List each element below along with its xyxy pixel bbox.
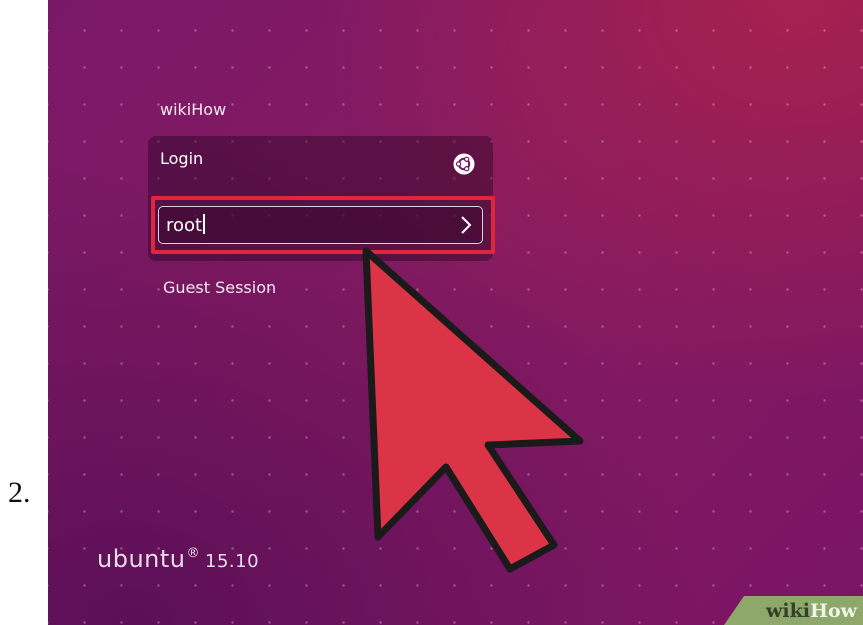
ubuntu-login-screen: wikiHow Login root Guest Session ubuntu®… <box>48 0 863 625</box>
ubuntu-logo-text: ubuntu <box>97 545 186 573</box>
ubuntu-session-icon[interactable] <box>453 153 475 175</box>
watermark-band <box>724 596 863 625</box>
password-input-value: root <box>166 214 205 237</box>
user-name-label[interactable]: wikiHow <box>160 100 226 119</box>
registered-mark: ® <box>186 546 200 561</box>
text-caret <box>203 214 205 234</box>
password-input[interactable]: root <box>158 206 483 244</box>
guest-session-link[interactable]: Guest Session <box>163 278 276 297</box>
wikihow-watermark: wikiHow <box>766 600 857 622</box>
step-number: 2. <box>8 476 31 509</box>
ubuntu-version: 15.10 <box>205 551 260 572</box>
ubuntu-brand: ubuntu® 15.10 <box>97 545 259 573</box>
watermark-wiki: wiki <box>766 600 811 622</box>
watermark-how: How <box>810 600 857 622</box>
chevron-right-icon[interactable] <box>456 214 476 236</box>
mouse-pointer-icon <box>362 247 584 573</box>
login-label: Login <box>160 149 204 168</box>
